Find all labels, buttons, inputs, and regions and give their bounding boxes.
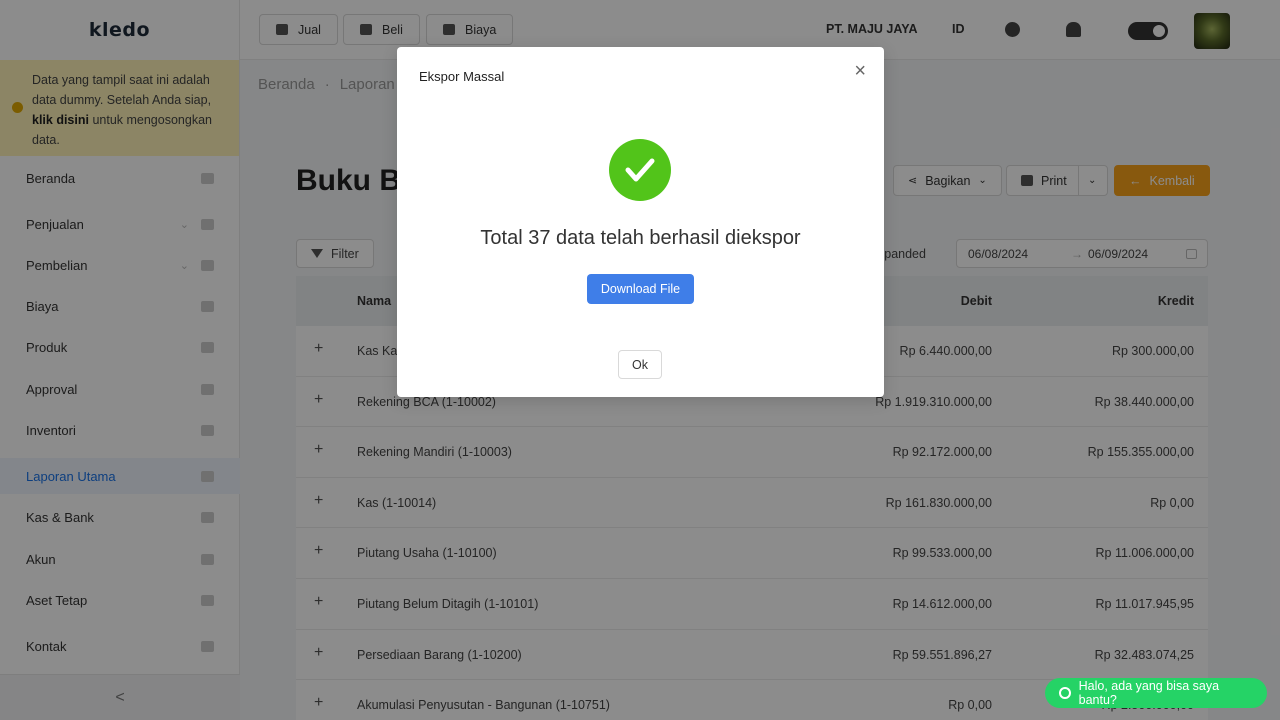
success-check-icon xyxy=(609,139,671,201)
close-icon[interactable]: × xyxy=(854,61,866,81)
download-file-button[interactable]: Download File xyxy=(587,274,694,304)
whatsapp-icon xyxy=(1059,687,1071,699)
chat-label: Halo, ada yang bisa saya bantu? xyxy=(1078,679,1220,707)
chat-support-button[interactable]: Halo, ada yang bisa saya bantu? xyxy=(1045,678,1267,708)
ok-button[interactable]: Ok xyxy=(618,350,662,379)
export-modal: Ekspor Massal × Total 37 data telah berh… xyxy=(397,47,884,397)
modal-title: Ekspor Massal xyxy=(419,69,505,84)
export-success-message: Total 37 data telah berhasil diekspor xyxy=(480,227,801,249)
